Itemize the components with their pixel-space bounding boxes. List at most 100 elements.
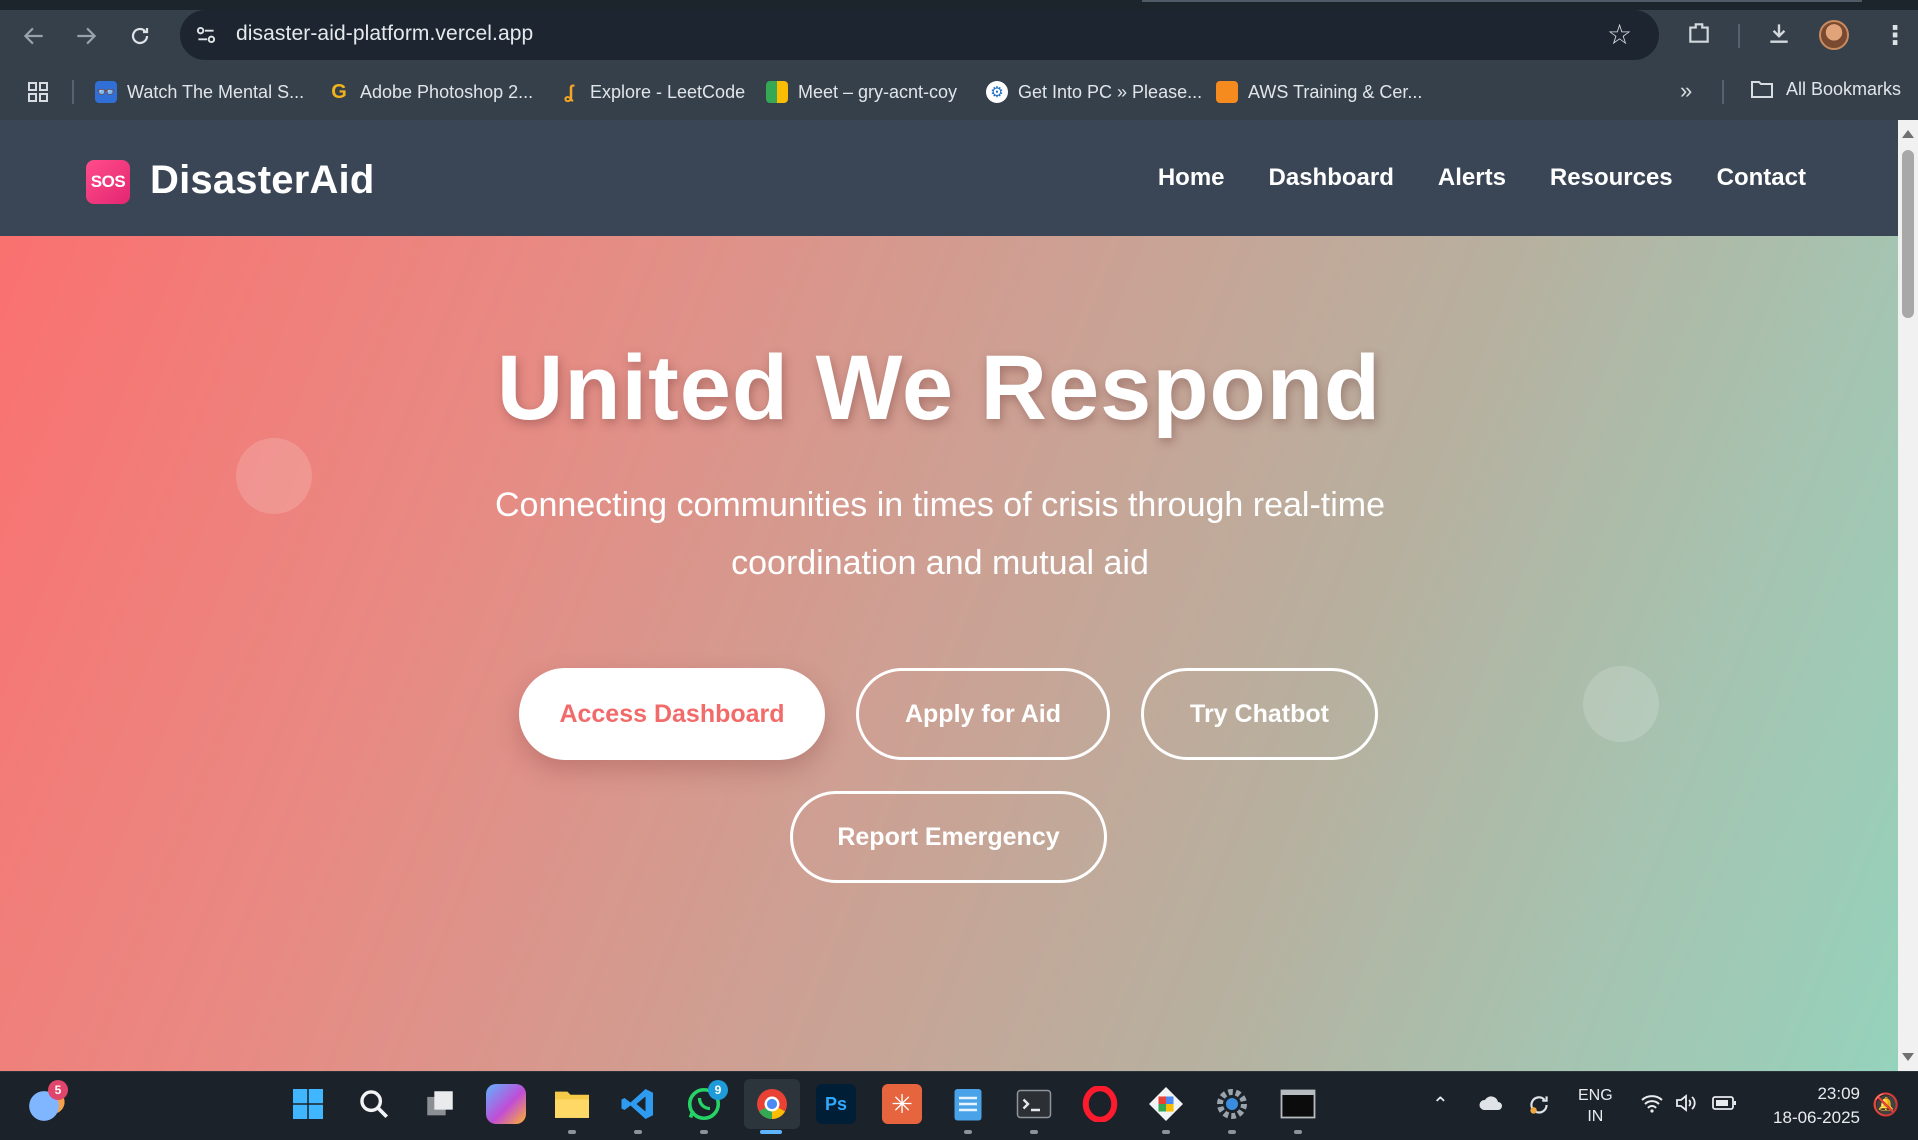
opera-icon[interactable] [1080, 1084, 1120, 1124]
notepad-icon[interactable] [948, 1084, 988, 1124]
page-scrollbar[interactable] [1898, 120, 1918, 1071]
wifi-icon[interactable] [1640, 1092, 1664, 1119]
google-meet-icon [766, 81, 788, 103]
bookmark-item[interactable]: ʆ Explore - LeetCode [558, 78, 745, 106]
bookmarks-separator [1722, 80, 1724, 104]
browser-chrome: disaster-aid-platform.vercel.app ☆ ⋮ 👓 W… [0, 0, 1918, 120]
nav-link-alerts[interactable]: Alerts [1438, 164, 1506, 192]
apply-for-aid-button[interactable]: Apply for Aid [856, 668, 1110, 760]
tab-strip-divider [1142, 0, 1862, 2]
bookmark-item[interactable]: ⚙ Get Into PC » Please... [986, 78, 1202, 106]
start-icon[interactable] [288, 1084, 328, 1124]
notification-bell-icon[interactable]: 🔕 [1872, 1092, 1899, 1118]
file-explorer-icon[interactable] [552, 1084, 592, 1124]
site-info-icon[interactable] [193, 22, 219, 48]
scroll-thumb[interactable] [1902, 150, 1914, 318]
profile-avatar[interactable] [1819, 20, 1849, 50]
onedrive-icon[interactable] [1478, 1094, 1504, 1119]
forward-icon[interactable] [68, 18, 104, 54]
decorative-bubble [1583, 666, 1659, 742]
aws-cube-icon [1216, 81, 1238, 103]
page-viewport: SOS DisasterAid Home Dashboard Alerts Re… [0, 120, 1898, 1071]
running-indicator [700, 1130, 708, 1134]
report-emergency-button[interactable]: Report Emergency [790, 791, 1107, 883]
bookmark-label: Watch The Mental S... [127, 81, 305, 102]
system-clock[interactable]: 23:09 18-06-2025 [1760, 1082, 1860, 1130]
search-icon[interactable] [354, 1084, 394, 1124]
weather-badge: 5 [48, 1080, 68, 1100]
decorative-bubble [236, 438, 312, 514]
browser-menu-icon[interactable]: ⋮ [1882, 20, 1908, 51]
site-navbar: SOS DisasterAid Home Dashboard Alerts Re… [0, 120, 1898, 236]
bookmark-item[interactable]: Meet – gry-acnt-coy [766, 78, 957, 106]
region-code: IN [1587, 1108, 1604, 1125]
g-letter-icon: G [331, 80, 347, 103]
sos-logo-icon[interactable]: SOS [86, 160, 130, 204]
hero-subtitle: Connecting communities in times of crisi… [494, 486, 1385, 582]
toolbar-separator [1738, 24, 1740, 48]
folder-icon [1751, 81, 1773, 98]
all-bookmarks-label: All Bookmarks [1786, 78, 1902, 99]
language-code: ENG [1578, 1087, 1613, 1104]
copilot-icon[interactable] [486, 1084, 526, 1124]
nav-links: Home Dashboard Alerts Resources Contact [1158, 164, 1806, 192]
bookmarks-separator [72, 80, 74, 104]
bookmark-label: Meet – gry-acnt-coy [798, 81, 958, 102]
volume-icon[interactable] [1674, 1092, 1698, 1119]
running-indicator [1030, 1130, 1038, 1134]
sync-icon[interactable] [1526, 1092, 1552, 1123]
git-icon[interactable] [1146, 1084, 1186, 1124]
access-dashboard-button[interactable]: Access Dashboard [519, 668, 825, 760]
more-bookmarks-icon[interactable]: » [1680, 78, 1692, 104]
running-indicator [1228, 1130, 1236, 1134]
task-view-icon[interactable] [420, 1084, 460, 1124]
bookmark-item[interactable]: 👓 Watch The Mental S... [95, 78, 304, 106]
vscode-icon[interactable] [618, 1084, 658, 1124]
running-indicator [1162, 1130, 1170, 1134]
try-chatbot-button[interactable]: Try Chatbot [1141, 668, 1378, 760]
running-indicator [634, 1130, 642, 1134]
apps-grid-icon[interactable] [26, 80, 50, 104]
cmd-icon[interactable] [1278, 1084, 1318, 1124]
bookmark-label: Get Into PC » Please... [1018, 81, 1203, 102]
leetcode-icon: ʆ [564, 81, 574, 102]
bookmark-item[interactable]: AWS Training & Cer... [1216, 78, 1422, 106]
clock-time: 23:09 [1817, 1084, 1860, 1103]
bookmark-item[interactable]: G Adobe Photoshop 2... [328, 78, 533, 106]
bookmark-label: Explore - LeetCode [590, 81, 746, 102]
nav-link-contact[interactable]: Contact [1717, 164, 1806, 192]
claude-icon[interactable]: ✳ [882, 1084, 922, 1124]
bookmark-label: AWS Training & Cer... [1248, 81, 1423, 102]
scroll-up-icon[interactable] [1902, 130, 1914, 138]
nav-link-home[interactable]: Home [1158, 164, 1225, 192]
bookmark-label: Adobe Photoshop 2... [360, 81, 534, 102]
hero-title: United We Respond [496, 337, 1382, 439]
running-indicator [568, 1130, 576, 1134]
language-indicator[interactable]: ENG IN [1578, 1085, 1613, 1127]
nav-link-resources[interactable]: Resources [1550, 164, 1673, 192]
active-indicator [760, 1130, 782, 1134]
bookmark-star-icon[interactable]: ☆ [1607, 18, 1632, 51]
battery-icon[interactable] [1712, 1094, 1738, 1117]
all-bookmarks-button[interactable]: All Bookmarks [1750, 78, 1901, 100]
chrome-icon[interactable] [744, 1079, 800, 1129]
terminal-icon[interactable] [1014, 1084, 1054, 1124]
download-icon[interactable] [1766, 20, 1792, 53]
whatsapp-badge: 9 [708, 1080, 728, 1100]
clock-date: 18-06-2025 [1773, 1108, 1860, 1127]
extensions-icon[interactable] [1686, 20, 1712, 53]
site-logo-text[interactable]: DisasterAid [150, 158, 375, 203]
show-hidden-icons-icon[interactable]: ⌃ [1432, 1092, 1449, 1117]
nav-link-dashboard[interactable]: Dashboard [1269, 164, 1394, 192]
url-text[interactable]: disaster-aid-platform.vercel.app [236, 22, 533, 46]
getintopc-icon: ⚙ [986, 81, 1008, 103]
binoculars-icon: 👓 [95, 81, 117, 103]
back-icon[interactable] [16, 18, 52, 54]
hero-section: United We Respond Connecting communities… [0, 236, 1898, 1071]
reload-icon[interactable] [122, 18, 158, 54]
running-indicator [1294, 1130, 1302, 1134]
scroll-down-icon[interactable] [1902, 1053, 1914, 1061]
running-indicator [964, 1130, 972, 1134]
photoshop-icon[interactable]: Ps [816, 1084, 856, 1124]
settings-icon[interactable] [1212, 1084, 1252, 1124]
